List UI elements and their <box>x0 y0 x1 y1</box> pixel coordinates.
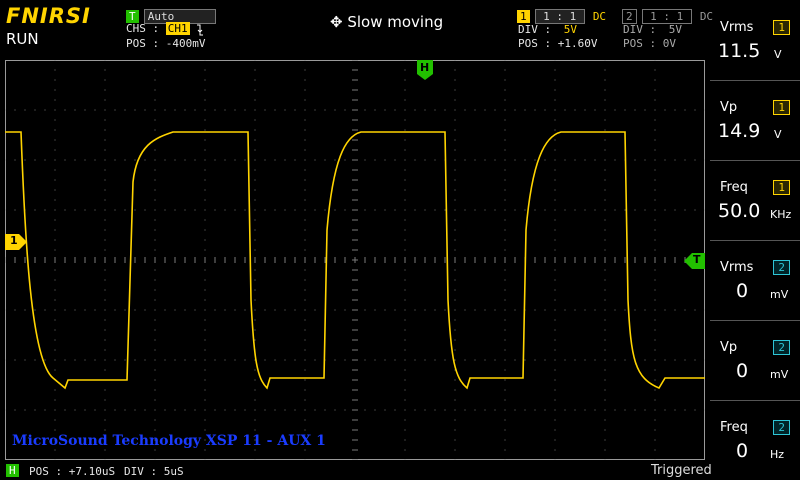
ch1-number: 1 <box>517 10 530 23</box>
measure-channel: 1 <box>773 180 790 195</box>
ch1-div[interactable]: DIV : 5V <box>518 23 577 36</box>
move-mode[interactable]: ✥ Slow moving <box>330 13 443 31</box>
measure-unit: mV <box>770 368 789 381</box>
ch2-pos-label: POS : <box>623 37 657 50</box>
ch1-probe[interactable]: 1 : 1 <box>534 9 585 24</box>
measure-unit: KHz <box>770 208 792 221</box>
ch2-number: 2 <box>622 9 637 24</box>
measure-unit: Hz <box>770 448 785 461</box>
measure-panel-5[interactable]: Vp 2 0 mV <box>710 320 800 401</box>
h-marker-label: H <box>420 61 430 74</box>
timebase-pos-label: POS : <box>29 465 63 478</box>
timebase-bar[interactable]: H POS : +7.10uS DIV : 5uS Triggered <box>0 462 800 480</box>
waveform-display[interactable]: H 1 T <box>4 59 706 461</box>
move-icon: ✥ <box>330 13 343 31</box>
timebase-div-label: DIV : <box>124 465 158 478</box>
timebase-pos-value: +7.10uS <box>68 465 116 478</box>
ch2-probe[interactable]: 1 : 1 <box>641 9 692 24</box>
trigger-pos-value: -400mV <box>165 37 206 50</box>
watermark-label: MicroSound Technology XSP 11 - AUX 1 <box>12 433 326 449</box>
ch2-div-label: DIV : <box>623 23 657 36</box>
measure-channel: 1 <box>773 100 790 115</box>
measure-unit: mV <box>770 288 789 301</box>
trigger-source[interactable]: CHS : CH1 <box>126 22 204 35</box>
horizontal-position-marker[interactable]: H <box>417 60 433 84</box>
t-marker-label: T <box>693 253 701 266</box>
measure-panel-6[interactable]: Freq 2 0 Hz <box>710 400 800 480</box>
trigger-source-label: CHS : <box>126 22 160 35</box>
measure-panel-1[interactable]: Vrms 1 11.5 V <box>710 0 800 81</box>
measure-panel-2[interactable]: Vp 1 14.9 V <box>710 80 800 161</box>
timebase-div-value: 5uS <box>163 465 184 478</box>
measure-label: Vp <box>720 100 738 115</box>
ch1-marker-label: 1 <box>10 234 18 247</box>
trigger-status: Triggered <box>651 463 712 478</box>
ch1-div-label: DIV : <box>518 23 552 36</box>
measure-value: 0 <box>736 440 749 462</box>
timebase-tag: H <box>6 464 19 477</box>
measure-unit: V <box>774 128 782 141</box>
timebase-pos[interactable]: POS : +7.10uS <box>29 465 115 478</box>
ch1-offset-marker[interactable]: 1 <box>5 234 27 254</box>
measure-panel-3[interactable]: Freq 1 50.0 KHz <box>710 160 800 241</box>
trigger-pos[interactable]: POS : -400mV <box>126 37 206 50</box>
ch2-pos-value: 0V <box>662 37 676 50</box>
measure-channel: 1 <box>773 20 790 35</box>
measure-label: Vrms <box>720 20 754 35</box>
timebase-div[interactable]: DIV : 5uS <box>124 465 184 478</box>
measure-label: Vp <box>720 340 738 355</box>
move-mode-label: Slow moving <box>347 13 444 31</box>
measure-label: Vrms <box>720 260 754 275</box>
ch2-pos[interactable]: POS : 0V <box>623 37 676 50</box>
ch2-header[interactable]: 2 1 : 1 DC <box>622 5 716 24</box>
ch1-div-value: 5V <box>563 23 577 36</box>
ch1-pos-value: +1.60V <box>557 37 598 50</box>
falling-edge-icon[interactable] <box>196 24 204 35</box>
graticule <box>4 59 706 461</box>
measure-channel: 2 <box>773 340 790 355</box>
measure-value: 50.0 <box>718 200 761 222</box>
measure-value: 14.9 <box>718 120 761 142</box>
measure-value: 0 <box>736 280 749 302</box>
measure-value: 0 <box>736 360 749 382</box>
trigger-source-value[interactable]: CH1 <box>165 22 190 35</box>
measure-channel: 2 <box>773 260 790 275</box>
ch2-div-value: 5V <box>668 23 682 36</box>
measure-panel-4[interactable]: Vrms 2 0 mV <box>710 240 800 321</box>
measure-value: 11.5 <box>718 40 761 62</box>
measure-label: Freq <box>720 420 748 435</box>
trigger-pos-label: POS : <box>126 37 160 50</box>
measure-channel: 2 <box>773 420 790 435</box>
ch1-pos[interactable]: POS : +1.60V <box>518 37 598 50</box>
brand-logo: FNIRSI <box>6 4 91 28</box>
ch1-header[interactable]: 1 1 : 1 DC <box>517 5 609 24</box>
ch2-div[interactable]: DIV : 5V <box>623 23 682 36</box>
measure-unit: V <box>774 48 782 61</box>
ch1-pos-label: POS : <box>518 37 552 50</box>
measure-label: Freq <box>720 180 748 195</box>
run-state[interactable]: RUN <box>6 30 39 48</box>
trigger-level-marker[interactable]: T <box>684 253 705 273</box>
ch1-coupling[interactable]: DC <box>590 10 609 23</box>
